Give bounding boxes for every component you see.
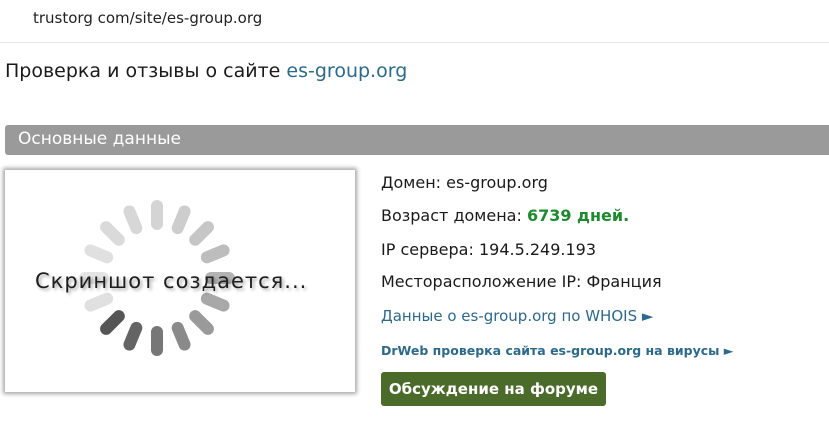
domain-row: Домен: es-group.org bbox=[381, 173, 548, 192]
domain-age-value: 6739 дней. bbox=[526, 206, 630, 225]
whois-link[interactable]: Данные о es-group.org по WHOIS ► bbox=[381, 307, 653, 325]
ip-location-value: Франция bbox=[586, 272, 662, 291]
section-title: Основные данные bbox=[18, 129, 181, 149]
domain-age-label: Возраст домена: bbox=[381, 206, 522, 225]
page-title-domain-link[interactable]: es-group.org bbox=[286, 60, 407, 82]
server-ip-value: 194.5.249.193 bbox=[478, 240, 597, 259]
page-title-prefix: Проверка и отзывы о сайте bbox=[5, 60, 281, 82]
site-screenshot-placeholder: Скриншот создается... bbox=[5, 170, 355, 392]
domain-label: Домен: bbox=[381, 173, 442, 192]
ip-location-label: Месторасположение IP: bbox=[381, 272, 582, 291]
page-title: Проверка и отзывы о сайте es-group.org bbox=[5, 60, 407, 82]
forum-discussion-button[interactable]: Обсуждение на форуме bbox=[381, 372, 606, 406]
drweb-check-link[interactable]: DrWeb проверка сайта es-group.org на вир… bbox=[381, 343, 733, 358]
address-bar-url[interactable]: trustorg com/site/es-group.org bbox=[33, 9, 262, 27]
server-ip-row: IP сервера: 194.5.249.193 bbox=[381, 240, 596, 259]
address-bar[interactable]: trustorg com/site/es-group.org bbox=[0, 0, 829, 43]
server-ip-label: IP сервера: bbox=[381, 240, 474, 259]
domain-value: es-group.org bbox=[446, 173, 548, 192]
domain-age-row: Возраст домена: 6739 дней. bbox=[381, 206, 629, 225]
ip-location-row: Месторасположение IP: Франция bbox=[381, 272, 662, 291]
section-header-bar: Основные данные bbox=[5, 125, 829, 155]
screenshot-status-text: Скриншот создается... bbox=[35, 269, 308, 293]
